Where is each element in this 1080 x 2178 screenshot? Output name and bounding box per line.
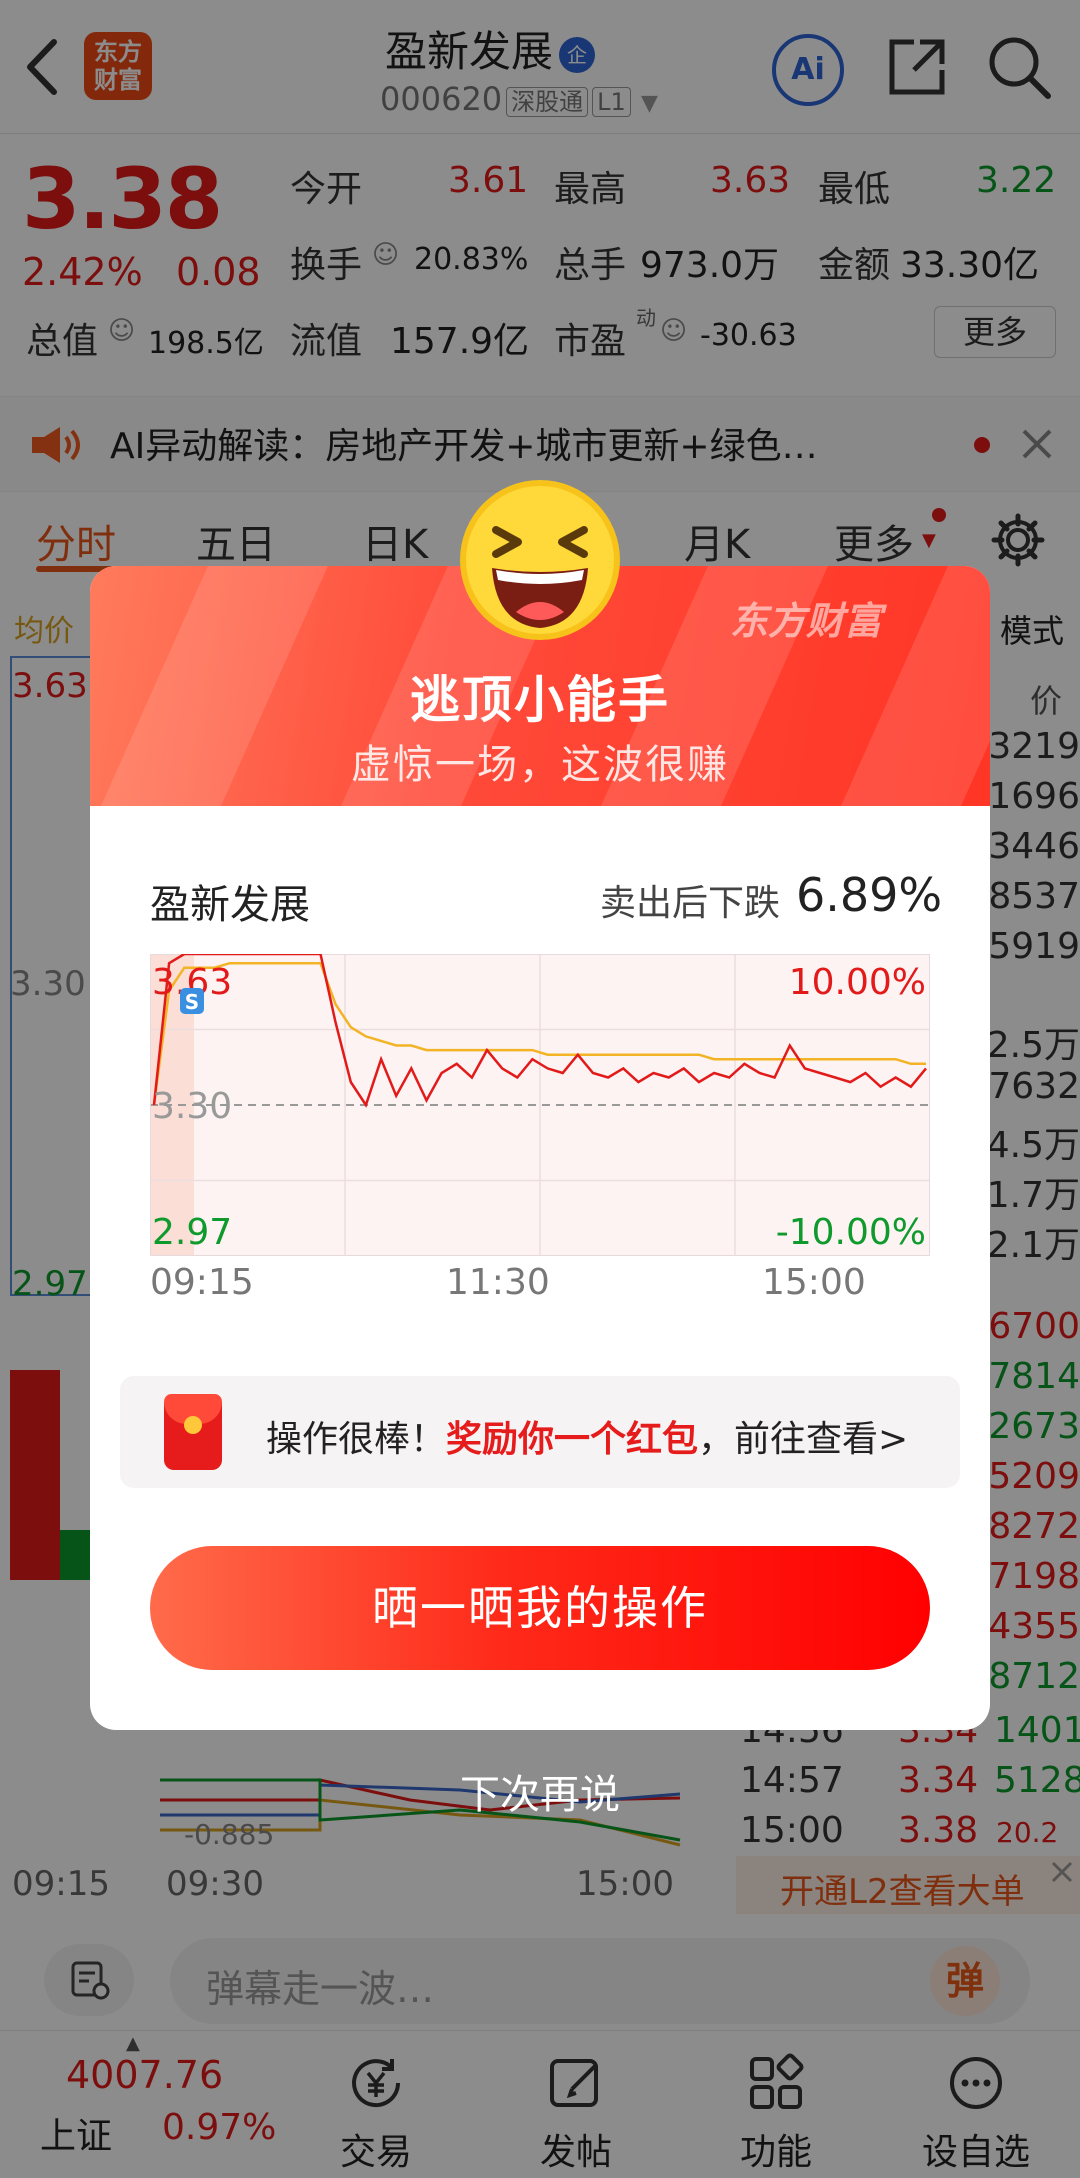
red-packet-reward[interactable]: 操作很棒！奖励你一个红包，前往查看> [120, 1376, 960, 1488]
chart-mid-price: 3.30 [152, 1086, 232, 1127]
sell-marker-letter: S [185, 990, 199, 1014]
chart-bottom-price: 2.97 [152, 1212, 232, 1253]
brand-watermark: 东方财富 [730, 599, 883, 643]
drop-label: 卖出后下跌 [600, 883, 781, 924]
red-envelope-icon [164, 1394, 222, 1470]
chart-time-label: 15:00 [762, 1262, 866, 1303]
chart-time-label: 09:15 [150, 1262, 254, 1303]
modal-title: 逃顶小能手 [410, 671, 670, 729]
share-operation-button[interactable]: 晒一晒我的操作 [150, 1546, 930, 1670]
chart-time-label: 11:30 [446, 1262, 550, 1303]
laughing-emoji-icon [460, 480, 620, 640]
reward-prefix: 操作很棒！ [266, 1419, 447, 1460]
app-screen: 东方财富 盈新发展企 000620 深股通 L1 ▼ Ai 3.38 2.42% 0… [0, 0, 1080, 2178]
reward-highlight: 奖励你一个红包 [446, 1419, 699, 1460]
drop-value: 6.89% [796, 868, 943, 922]
modal-intraday-chart: 3.633.302.9710.00%-10.00%S [150, 954, 930, 1256]
reward-link[interactable]: ，前往查看> [698, 1419, 908, 1460]
modal-stock-name: 盈新发展 [150, 882, 310, 928]
reward-text: 操作很棒！奖励你一个红包，前往查看> [266, 1410, 908, 1462]
chart-bottom-pct: -10.00% [776, 1212, 926, 1253]
achievement-modal: 东方财富 逃顶小能手 虚惊一场，这波很赚 盈新发展 卖出后下跌 6.89% 3.… [90, 566, 990, 1730]
modal-subtitle: 虚惊一场，这波很赚 [351, 742, 729, 788]
dismiss-later-button[interactable]: 下次再说 [0, 1762, 1080, 1820]
chart-top-pct: 10.00% [789, 962, 926, 1003]
